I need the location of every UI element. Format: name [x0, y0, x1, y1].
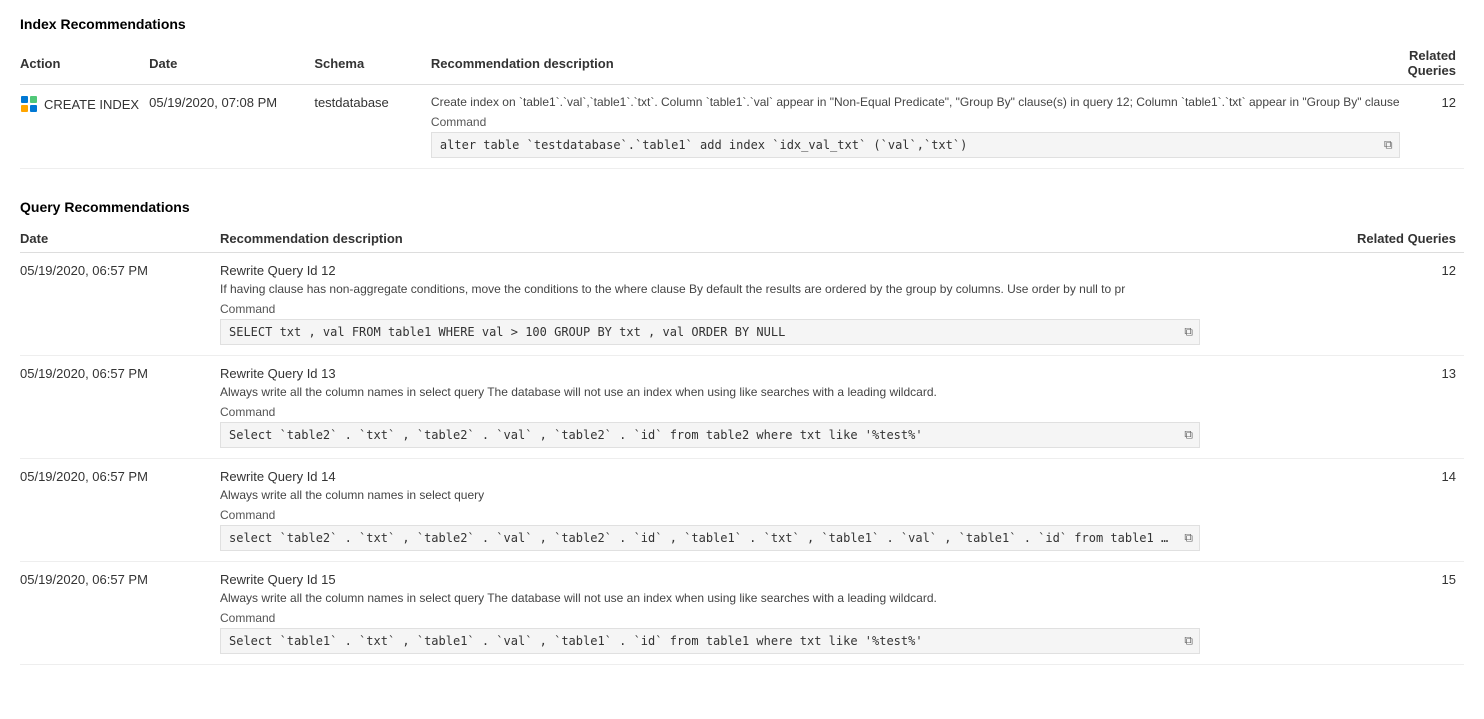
copy-icon[interactable]: ⧉ — [1184, 531, 1193, 546]
copy-icon[interactable]: ⧉ — [1184, 634, 1193, 649]
action-label: CREATE INDEX — [44, 97, 139, 112]
copy-icon[interactable]: ⧉ — [1384, 138, 1393, 153]
query-recommendations-section: Query Recommendations Date Recommendatio… — [20, 199, 1464, 665]
date-cell: 05/19/2020, 06:57 PM — [20, 562, 220, 665]
schema-cell: testdatabase — [314, 85, 431, 169]
col-header-qr-related-queries: Related Queries — [1342, 225, 1464, 253]
command-label: Command — [220, 508, 1334, 522]
table-row: 05/19/2020, 06:57 PM Rewrite Query Id 15… — [20, 562, 1464, 665]
col-header-date: Date — [149, 42, 314, 85]
copy-icon[interactable]: ⧉ — [1184, 325, 1193, 340]
desc-text: Always write all the column names in sel… — [220, 385, 1200, 399]
description-cell: Rewrite Query Id 13 Always write all the… — [220, 356, 1342, 459]
command-box: select `table2` . `txt` , `table2` . `va… — [220, 525, 1200, 551]
related-queries-cell: 12 — [1408, 85, 1464, 169]
query-recommendations-title: Query Recommendations — [20, 199, 1464, 215]
desc-title: Rewrite Query Id 12 — [220, 263, 1334, 278]
related-queries-cell: 12 — [1342, 253, 1464, 356]
related-queries-cell: 14 — [1342, 459, 1464, 562]
command-label: Command — [220, 302, 1334, 316]
col-header-qr-description: Recommendation description — [220, 225, 1342, 253]
date-cell: 05/19/2020, 06:57 PM — [20, 253, 220, 356]
description-cell: Rewrite Query Id 14 Always write all the… — [220, 459, 1342, 562]
table-row: CREATE INDEX 05/19/2020, 07:08 PM testda… — [20, 85, 1464, 169]
command-box: alter table `testdatabase`.`table1` add … — [431, 132, 1400, 158]
index-recommendations-section: Index Recommendations Action Date Schema… — [20, 16, 1464, 169]
col-header-qr-date: Date — [20, 225, 220, 253]
date-cell: 05/19/2020, 07:08 PM — [149, 85, 314, 169]
query-recommendations-table: Date Recommendation description Related … — [20, 225, 1464, 665]
command-label: Command — [431, 115, 1400, 129]
create-index-icon — [20, 95, 38, 113]
description-cell: Create index on `table1`.`val`,`table1`.… — [431, 85, 1408, 169]
table-row: 05/19/2020, 06:57 PM Rewrite Query Id 13… — [20, 356, 1464, 459]
command-label: Command — [220, 611, 1334, 625]
command-box: SELECT txt , val FROM table1 WHERE val >… — [220, 319, 1200, 345]
table-row: 05/19/2020, 06:57 PM Rewrite Query Id 12… — [20, 253, 1464, 356]
table-row: 05/19/2020, 06:57 PM Rewrite Query Id 14… — [20, 459, 1464, 562]
desc-text: If having clause has non-aggregate condi… — [220, 282, 1200, 296]
copy-icon[interactable]: ⧉ — [1184, 428, 1193, 443]
col-header-description: Recommendation description — [431, 42, 1408, 85]
command-box: Select `table1` . `txt` , `table1` . `va… — [220, 628, 1200, 654]
col-header-related-queries-idx: Related Queries — [1408, 42, 1464, 85]
command-box: Select `table2` . `txt` , `table2` . `va… — [220, 422, 1200, 448]
related-queries-cell: 13 — [1342, 356, 1464, 459]
command-label: Command — [220, 405, 1334, 419]
date-cell: 05/19/2020, 06:57 PM — [20, 459, 220, 562]
desc-title: Rewrite Query Id 14 — [220, 469, 1334, 484]
index-recommendations-title: Index Recommendations — [20, 16, 1464, 32]
col-header-schema: Schema — [314, 42, 431, 85]
description-cell: Rewrite Query Id 15 Always write all the… — [220, 562, 1342, 665]
index-recommendations-table: Action Date Schema Recommendation descri… — [20, 42, 1464, 169]
action-cell: CREATE INDEX — [20, 85, 149, 169]
date-cell: 05/19/2020, 06:57 PM — [20, 356, 220, 459]
desc-title: Rewrite Query Id 15 — [220, 572, 1334, 587]
desc-text: Always write all the column names in sel… — [220, 591, 1200, 605]
desc-text: Always write all the column names in sel… — [220, 488, 1200, 502]
description-cell: Rewrite Query Id 12 If having clause has… — [220, 253, 1342, 356]
related-queries-cell: 15 — [1342, 562, 1464, 665]
desc-title: Rewrite Query Id 13 — [220, 366, 1334, 381]
desc-text: Create index on `table1`.`val`,`table1`.… — [431, 95, 1400, 109]
col-header-action: Action — [20, 42, 149, 85]
